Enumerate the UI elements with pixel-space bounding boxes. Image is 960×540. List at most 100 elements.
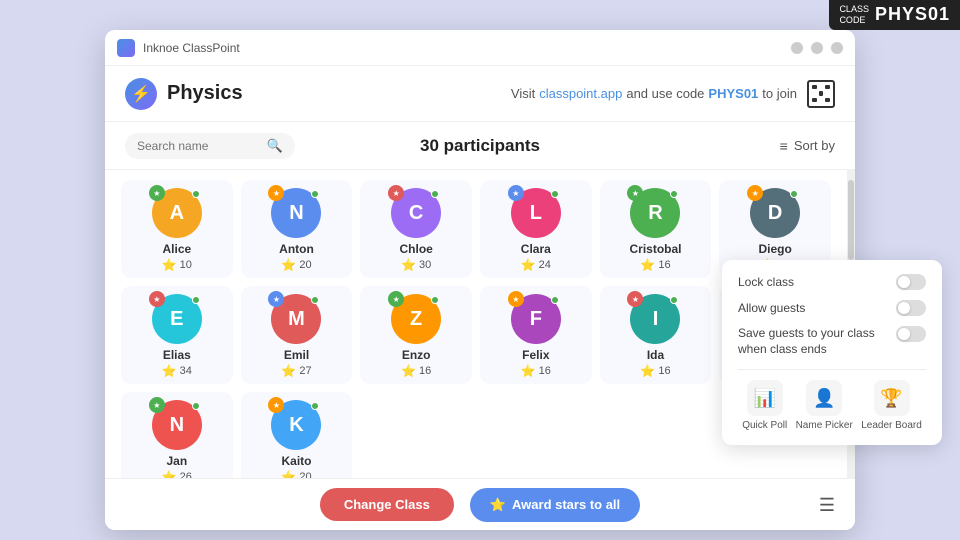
- star-icon: ⭐: [401, 258, 416, 272]
- and-text: and use code: [626, 86, 704, 101]
- avatar-wrap: Z ★: [391, 294, 441, 344]
- search-icon: 🔍: [267, 138, 283, 154]
- save-guests-toggle[interactable]: [896, 326, 926, 342]
- sort-label: Sort by: [794, 138, 835, 153]
- participant-stars: ⭐ 16: [521, 364, 551, 378]
- star-icon: ⭐: [521, 258, 536, 272]
- close-button[interactable]: [831, 42, 843, 54]
- participant-name: Cristobal: [629, 242, 681, 256]
- avatar-wrap: N ★: [271, 188, 321, 238]
- avatar-wrap: A ★: [152, 188, 202, 238]
- star-count: 16: [419, 365, 431, 377]
- action-name-picker[interactable]: 👤 Name Picker: [796, 380, 853, 431]
- maximize-button[interactable]: [811, 42, 823, 54]
- avatar-badge: ★: [508, 185, 524, 201]
- star-count: 27: [299, 365, 311, 377]
- class-name: Physics: [167, 82, 511, 105]
- search-box[interactable]: 🔍: [125, 133, 295, 159]
- action-icon-label: Quick Poll: [742, 420, 787, 431]
- save-guests-row: Save guests to your class when class end…: [738, 326, 926, 357]
- star-icon: ⭐: [640, 364, 655, 378]
- online-indicator: [431, 190, 439, 198]
- participant-card: Z ★ Enzo ⭐ 16: [360, 286, 472, 384]
- scrollbar-thumb: [848, 180, 854, 260]
- avatar-wrap: M ★: [271, 294, 321, 344]
- star-count: 24: [539, 259, 551, 271]
- action-leader-board[interactable]: 🏆 Leader Board: [861, 380, 922, 431]
- join-text: to join: [762, 86, 797, 101]
- star-count: 34: [180, 365, 192, 377]
- search-input[interactable]: [137, 139, 261, 153]
- participant-stars: ⭐ 34: [162, 364, 192, 378]
- participant-stars: ⭐ 16: [640, 258, 670, 272]
- avatar-wrap: C ★: [391, 188, 441, 238]
- action-icon-label: Name Picker: [796, 420, 853, 431]
- online-indicator: [551, 296, 559, 304]
- participant-name: Enzo: [402, 348, 431, 362]
- award-stars-button[interactable]: ⭐ Award stars to all: [470, 488, 640, 522]
- participant-stars: ⭐ 24: [521, 258, 551, 272]
- menu-icon-button[interactable]: ☰: [819, 495, 835, 516]
- avatar-wrap: R ★: [630, 188, 680, 238]
- star-icon: ⭐: [281, 470, 296, 478]
- star-icon: ⭐: [281, 258, 296, 272]
- allow-guests-row: Allow guests: [738, 300, 926, 316]
- online-indicator: [192, 402, 200, 410]
- participant-card: N ★ Jan ⭐ 26: [121, 392, 233, 478]
- online-indicator: [311, 296, 319, 304]
- dropdown-panel: Lock class Allow guests Save guests to y…: [722, 260, 942, 445]
- participant-name: Felix: [522, 348, 549, 362]
- online-indicator: [670, 190, 678, 198]
- star-count: 10: [180, 259, 192, 271]
- award-star-icon: ⭐: [490, 497, 506, 513]
- award-stars-label: Award stars to all: [512, 497, 620, 512]
- participant-card: F ★ Felix ⭐ 16: [480, 286, 592, 384]
- class-code-value: PHYS01: [875, 4, 950, 25]
- participant-card: L ★ Clara ⭐ 24: [480, 180, 592, 278]
- online-indicator: [431, 296, 439, 304]
- participant-card: I ★ Ida ⭐ 16: [600, 286, 712, 384]
- action-icon-circle: 📊: [747, 380, 783, 416]
- action-quick-poll[interactable]: 📊 Quick Poll: [742, 380, 787, 431]
- visit-link[interactable]: classpoint.app: [539, 86, 622, 101]
- class-code-label: class code: [839, 4, 869, 26]
- participant-card: K ★ Kaito ⭐ 20: [241, 392, 353, 478]
- online-indicator: [551, 190, 559, 198]
- allow-guests-toggle[interactable]: [896, 300, 926, 316]
- change-class-button[interactable]: Change Class: [320, 488, 454, 521]
- participant-card: C ★ Chloe ⭐ 30: [360, 180, 472, 278]
- star-icon: ⭐: [521, 364, 536, 378]
- avatar-badge: ★: [149, 185, 165, 201]
- class-code-badge: class code PHYS01: [829, 0, 960, 30]
- participant-name: Alice: [162, 242, 191, 256]
- avatar-wrap: K ★: [271, 400, 321, 450]
- visit-info: Visit classpoint.app and use code PHYS01…: [511, 80, 835, 108]
- participant-card: E ★ Elias ⭐ 34: [121, 286, 233, 384]
- window-controls: [791, 42, 843, 54]
- participant-card: A ★ Alice ⭐ 10: [121, 180, 233, 278]
- participant-name: Clara: [521, 242, 551, 256]
- lock-class-toggle[interactable]: [896, 274, 926, 290]
- participant-name: Kaito: [281, 454, 311, 468]
- avatar-wrap: D ★: [750, 188, 800, 238]
- footer: Change Class ⭐ Award stars to all ☰: [105, 478, 855, 530]
- participant-name: Elias: [163, 348, 191, 362]
- avatar-wrap: I ★: [630, 294, 680, 344]
- avatar-badge: ★: [149, 397, 165, 413]
- minimize-button[interactable]: [791, 42, 803, 54]
- participant-stars: ⭐ 20: [281, 470, 311, 478]
- star-icon: ⭐: [162, 258, 177, 272]
- action-icon-label: Leader Board: [861, 420, 922, 431]
- visit-text: Visit: [511, 86, 535, 101]
- participant-stars: ⭐ 30: [401, 258, 431, 272]
- star-count: 20: [299, 471, 311, 478]
- avatar-badge: ★: [508, 291, 524, 307]
- star-icon: ⭐: [281, 364, 296, 378]
- participant-stars: ⭐ 27: [281, 364, 311, 378]
- lock-class-label: Lock class: [738, 275, 794, 289]
- participant-stars: ⭐ 10: [162, 258, 192, 272]
- star-icon: ⭐: [162, 364, 177, 378]
- star-icon: ⭐: [162, 470, 177, 478]
- qr-code-icon[interactable]: [807, 80, 835, 108]
- sort-button[interactable]: ≡ Sort by: [780, 138, 835, 154]
